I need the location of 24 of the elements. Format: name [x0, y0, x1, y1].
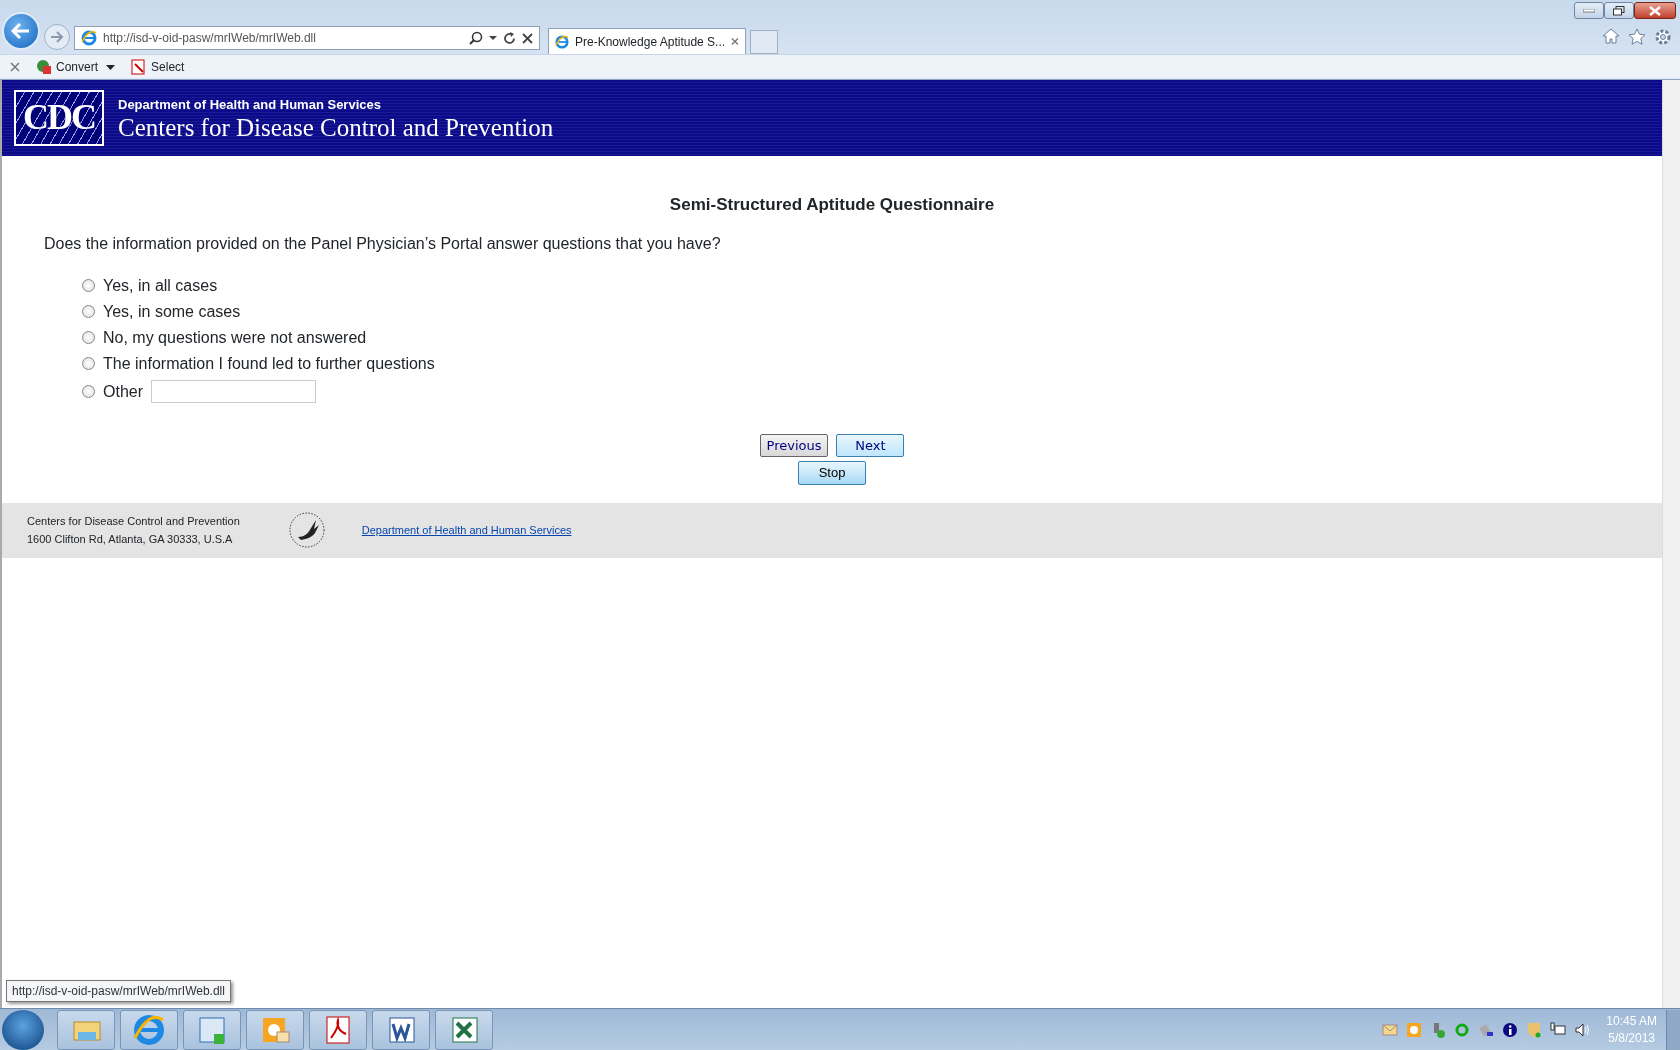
footer-address: 1600 Clifton Rd, Atlanta, GA 30333, U.S.A: [27, 532, 234, 547]
department-name: Department of Health and Human Services: [118, 95, 382, 114]
footer-link[interactable]: Department of Health and Human Services: [361, 521, 572, 539]
next-button[interactable]: Next: [836, 433, 905, 457]
option-label: Yes, in some cases: [103, 301, 241, 322]
option-label: Other: [103, 381, 143, 402]
previous-button[interactable]: Previous: [759, 433, 829, 457]
questionnaire-title: Semi-Structured Aptitude Questionnaire: [668, 194, 996, 216]
agency-name: Centers for Disease Control and Prevention: [118, 114, 554, 142]
footer-org-name: Centers for Disease Control and Prevention: [27, 514, 240, 529]
option-label: No, my questions were not answered: [103, 327, 367, 348]
question-text: Does the information provided on the Panel Physician’s Portal answer questions that you have?: [44, 233, 722, 254]
address-bar[interactable]: http://isd-v-oid-pasw/mrIWeb/mrIWeb.dll: [74, 26, 540, 50]
option-label: The information I found led to further questions: [103, 353, 435, 374]
option-label: Yes, in all cases: [103, 275, 218, 296]
clock-date: 5/8/2013: [1607, 1029, 1656, 1046]
address-text: http://isd-v-oid-pasw/mrIWeb/mrIWeb.dll: [103, 30, 317, 47]
browser-tab[interactable]: Pre-Knowledge Aptitude S...: [548, 28, 746, 54]
stop-button[interactable]: Stop: [798, 461, 866, 485]
toolbar-button[interactable]: Convert: [36, 57, 99, 76]
clock-time: 10:45 AM: [1606, 1013, 1657, 1030]
status-tooltip: http://isd-v-oid-pasw/mrIWeb/mrIWeb.dll: [6, 980, 231, 1002]
tab-title: Pre-Knowledge Aptitude S...: [575, 33, 726, 51]
toolbar-button[interactable]: Select: [131, 57, 185, 76]
